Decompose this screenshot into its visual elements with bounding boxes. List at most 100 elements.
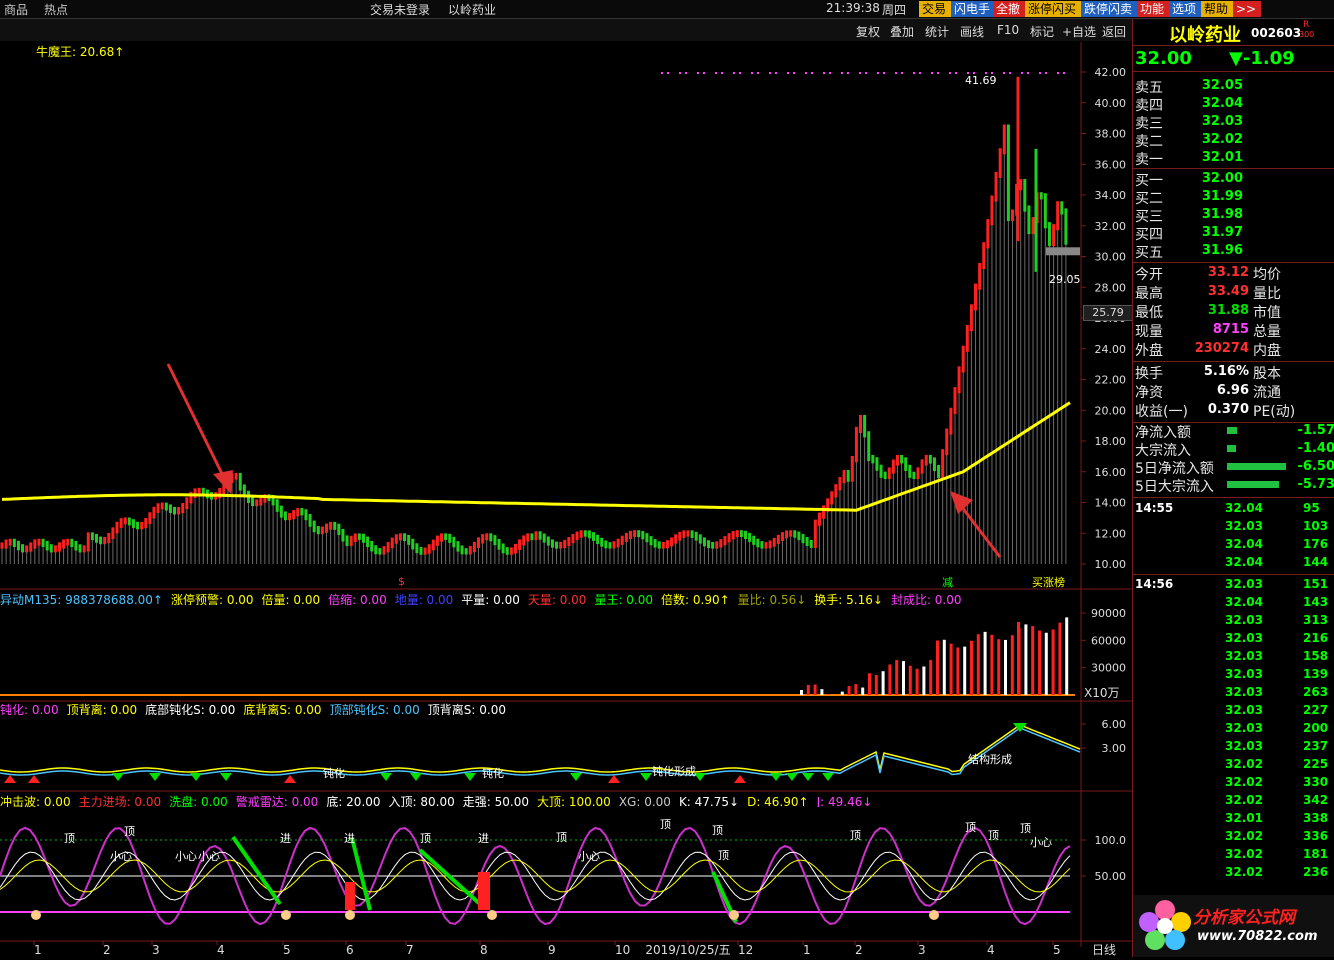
macd-down-triangle: [570, 773, 582, 781]
candle: [481, 534, 484, 543]
kdj-label: 顶: [420, 832, 431, 845]
kdj-label: 进: [280, 832, 291, 845]
top-button-5[interactable]: 功能: [1137, 1, 1169, 17]
bid-price: 31.99: [1193, 189, 1243, 204]
legend-item: 走强: 50.00: [463, 795, 529, 807]
tick-volume: 176: [1303, 537, 1328, 551]
y-tick-label: 28.00: [1095, 281, 1127, 294]
stat-value: 33.49: [1183, 284, 1249, 299]
menu-goods[interactable]: 商品: [4, 1, 28, 18]
toolbar-mark[interactable]: 标记: [1030, 23, 1054, 40]
top-button-4[interactable]: 跌停闪卖: [1081, 1, 1137, 17]
macd-tick-label: 6.00: [1102, 718, 1127, 731]
kdj-hand-icon: [281, 910, 291, 920]
candle: [617, 539, 620, 548]
candle: [66, 539, 69, 546]
top-button-7[interactable]: 帮助: [1201, 1, 1233, 17]
y-tick-label: 34.00: [1095, 189, 1127, 202]
kdj-hand-icon: [729, 910, 739, 920]
clock-weekday: 周四: [882, 1, 906, 18]
top-button-8[interactable]: >>: [1233, 1, 1261, 17]
toolbar-f10[interactable]: F10: [997, 23, 1019, 37]
candle: [765, 542, 768, 548]
candle: [194, 488, 197, 498]
x-tick-label: 9: [548, 943, 556, 957]
candle: [769, 541, 772, 549]
annotation-arrow-right: [958, 502, 1000, 557]
candle: [855, 427, 858, 462]
candle: [867, 431, 870, 461]
tick-price: 32.04: [1225, 537, 1263, 551]
candle: [719, 539, 722, 547]
candle: [900, 455, 903, 464]
signal-dot: [1003, 72, 1005, 74]
candle: [645, 533, 648, 542]
candle: [818, 513, 821, 526]
candle: [715, 541, 718, 548]
y-tick-label: 16.00: [1095, 466, 1127, 479]
tick-volume: 158: [1303, 649, 1328, 663]
kdj-label: 顶: [64, 832, 75, 845]
top-button-0[interactable]: 交易: [919, 1, 951, 17]
toolbar-stats[interactable]: 统计: [925, 23, 949, 40]
ticks-divider: [1133, 574, 1334, 575]
candle: [91, 532, 94, 540]
candle: [728, 533, 731, 542]
stock-title: 以岭药业: [448, 1, 496, 18]
legend-item: 天量: 0.00: [528, 593, 587, 605]
candle: [506, 547, 509, 555]
flow-label: 5日大宗流入: [1135, 476, 1214, 496]
candle: [814, 520, 817, 548]
candle: [5, 539, 8, 548]
top-button-3[interactable]: 涨停闪买: [1025, 1, 1081, 17]
candle: [255, 499, 258, 506]
candle: [62, 539, 65, 548]
candle: [912, 472, 915, 479]
candle: [613, 541, 616, 548]
candle: [822, 505, 825, 518]
signal-dot: [757, 72, 759, 74]
tick-volume: 342: [1303, 793, 1328, 807]
candle: [785, 530, 788, 538]
signal-dot: [937, 72, 939, 74]
candle: [74, 541, 77, 550]
kline-chart-svg[interactable]: 42.0040.0038.0036.0034.0032.0030.0028.00…: [0, 42, 1132, 957]
toolbar-draw-line[interactable]: 画线: [960, 23, 984, 40]
signal-dot: [865, 72, 867, 74]
y-tick-label: 10.00: [1095, 558, 1127, 571]
candle: [732, 531, 735, 539]
y-tick-label: 14.00: [1095, 497, 1127, 510]
vol-bar: [820, 689, 823, 695]
toolbar-add-watchlist[interactable]: +自选: [1062, 23, 1096, 40]
top-button-6[interactable]: 选项: [1169, 1, 1201, 17]
top-button-1[interactable]: 闪电手: [951, 1, 993, 17]
candle: [251, 497, 254, 506]
candle: [670, 537, 673, 546]
candle: [329, 522, 332, 530]
toolbar-restore-rights[interactable]: 复权: [856, 23, 880, 40]
candle: [132, 519, 135, 528]
candle: [884, 472, 887, 479]
stat2-label: 换手: [1135, 363, 1163, 383]
candle: [588, 530, 591, 538]
stat2-value: 5.16%: [1183, 364, 1249, 379]
candle: [350, 536, 353, 546]
period-daily-tab[interactable]: 日线: [1092, 941, 1116, 958]
candle: [58, 542, 61, 551]
signal-dot: [949, 72, 951, 74]
top-button-2[interactable]: 全撤: [993, 1, 1025, 17]
stat-label-2: 市值: [1253, 302, 1281, 322]
menu-hot[interactable]: 热点: [44, 1, 68, 18]
macd-down-triangle: [149, 773, 161, 781]
candle: [576, 532, 579, 541]
candle: [185, 497, 188, 509]
chart-area[interactable]: 42.0040.0038.0036.0034.0032.0030.0028.00…: [0, 42, 1132, 957]
toolbar-overlay[interactable]: 叠加: [890, 23, 914, 40]
x-tick-label: 4: [987, 943, 995, 957]
signal-dot: [805, 72, 807, 74]
vol-bar: [848, 686, 851, 695]
toolbar-back[interactable]: 返回: [1102, 23, 1126, 40]
signal-dot: [895, 72, 897, 74]
candle: [917, 467, 920, 479]
tick-volume: 216: [1303, 631, 1328, 645]
